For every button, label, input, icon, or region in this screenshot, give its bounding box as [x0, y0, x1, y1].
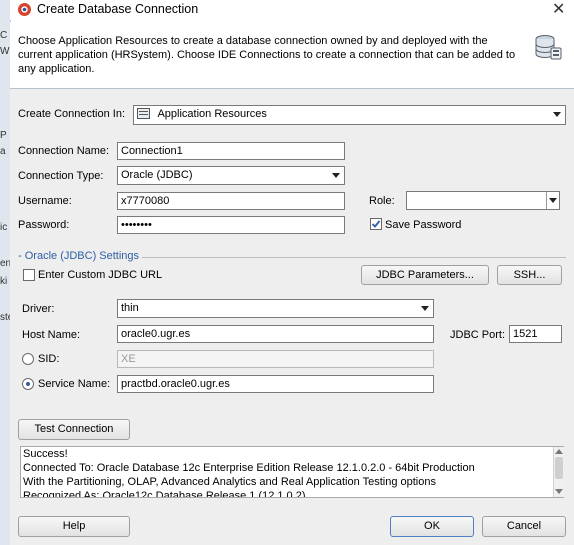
- sliver-text: a: [0, 146, 6, 157]
- combo-divider: [546, 192, 547, 209]
- custom-jdbc-url-label: Enter Custom JDBC URL: [38, 269, 163, 281]
- cancel-button[interactable]: Cancel: [482, 516, 566, 537]
- scroll-down-icon[interactable]: [555, 489, 563, 494]
- driver-label: Driver:: [22, 303, 55, 315]
- sid-label: SID:: [38, 353, 60, 365]
- service-name-input[interactable]: practbd.oracle0.ugr.es: [117, 375, 434, 393]
- driver-value: thin: [121, 302, 139, 314]
- create-in-value: Application Resources: [157, 108, 267, 120]
- help-button[interactable]: Help: [18, 516, 130, 537]
- ssh-button[interactable]: SSH...: [497, 265, 562, 285]
- create-in-dropdown[interactable]: Application Resources: [133, 105, 566, 125]
- password-label: Password:: [18, 219, 70, 231]
- chevron-down-icon: [332, 173, 340, 178]
- log-line: Connected To: Oracle Database 12c Enterp…: [23, 462, 475, 474]
- connection-type-label: Connection Type:: [18, 170, 104, 182]
- close-icon[interactable]: ✕: [552, 0, 565, 19]
- role-label: Role:: [369, 195, 395, 207]
- jdbc-parameters-button[interactable]: JDBC Parameters...: [361, 265, 489, 285]
- sliver-text: ic: [0, 222, 8, 233]
- password-input[interactable]: ••••••••: [117, 216, 345, 234]
- service-name-radio[interactable]: [22, 378, 34, 390]
- test-connection-button[interactable]: Test Connection: [18, 419, 130, 440]
- host-name-input[interactable]: oracle0.ugr.es: [117, 325, 434, 343]
- sid-input[interactable]: XE: [117, 350, 434, 368]
- service-name-label: Service Name:: [38, 378, 111, 390]
- connection-type-dropdown[interactable]: Oracle (JDBC): [117, 166, 345, 185]
- chevron-down-icon: [421, 306, 429, 311]
- jdbc-port-input[interactable]: 1521: [509, 325, 562, 343]
- username-label: Username:: [18, 195, 72, 207]
- test-result-log[interactable]: Success! Connected To: Oracle Database 1…: [20, 446, 564, 498]
- save-password-label: Save Password: [385, 219, 462, 231]
- log-line: With the Partitioning, OLAP, Advanced An…: [23, 476, 436, 488]
- role-combobox[interactable]: [406, 191, 560, 210]
- connection-name-input[interactable]: Connection1: [117, 142, 345, 160]
- custom-jdbc-url-checkbox[interactable]: [23, 269, 35, 281]
- section-divider: [142, 257, 566, 258]
- log-line: Success!: [23, 448, 68, 460]
- create-in-label: Create Connection In:: [18, 108, 126, 120]
- section-title-oracle-settings: - Oracle (JDBC) Settings: [18, 250, 140, 262]
- username-input[interactable]: x7770080: [117, 192, 345, 210]
- save-password-checkbox[interactable]: [370, 218, 382, 230]
- sliver-text: C: [0, 30, 8, 41]
- log-scrollbar[interactable]: [553, 447, 564, 497]
- database-icon: [533, 33, 563, 66]
- checkmark-icon: [371, 220, 381, 228]
- sliver-text: W: [0, 46, 10, 57]
- jdbc-port-label: JDBC Port:: [450, 329, 506, 341]
- connection-type-value: Oracle (JDBC): [121, 169, 193, 181]
- window-title: Create Database Connection: [37, 2, 199, 16]
- scroll-thumb[interactable]: [555, 457, 563, 479]
- section-title-text: Oracle (JDBC) Settings: [24, 250, 140, 262]
- chevron-down-icon: [553, 112, 561, 117]
- scroll-up-icon[interactable]: [555, 449, 563, 454]
- ok-button[interactable]: OK: [390, 516, 474, 537]
- connection-name-label: Connection Name:: [18, 145, 110, 157]
- driver-dropdown[interactable]: thin: [117, 299, 434, 318]
- log-line: Recognized As: Oracle12c Database Releas…: [23, 490, 306, 498]
- application-resources-icon: [137, 108, 150, 119]
- jdeveloper-icon: [17, 2, 32, 20]
- header-description: Choose Application Resources to create a…: [18, 35, 516, 75]
- chevron-down-icon[interactable]: [549, 198, 557, 203]
- host-name-label: Host Name:: [22, 329, 81, 341]
- sliver-text: ki: [0, 276, 8, 287]
- sid-radio[interactable]: [22, 353, 34, 365]
- sliver-text: P: [0, 130, 7, 141]
